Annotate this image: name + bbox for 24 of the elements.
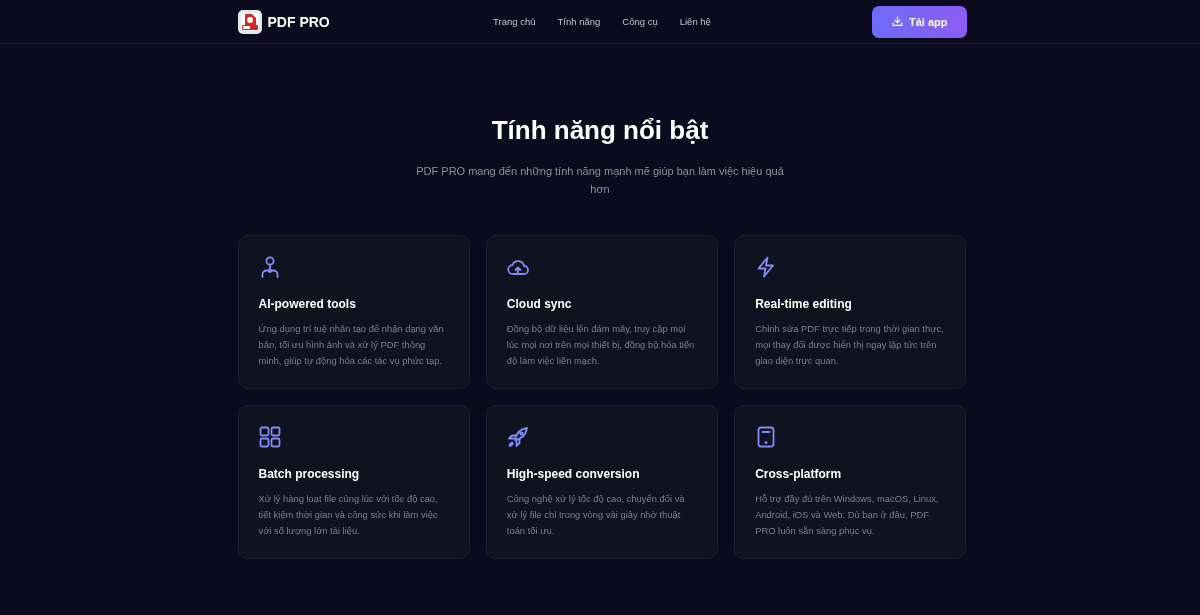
download-app-button[interactable]: Tải app bbox=[872, 5, 967, 38]
feature-description: Xử lý hàng loạt file cùng lúc với tốc độ cao, tiết kiệm thời gian và công sức khi làm việc với số lượng lớn tài liệu. bbox=[258, 492, 439, 538]
feature-description: Chỉnh sửa PDF trực tiếp trong thời gian thực, mọi thay đổi được hiển thị ngay lập tức trên giao diện trực quan. bbox=[755, 322, 945, 368]
rocket-icon bbox=[506, 426, 529, 448]
feature-title: Real-time editing bbox=[755, 296, 853, 312]
nav-link[interactable]: Công cụ bbox=[622, 16, 658, 27]
feature-title: Batch processing bbox=[258, 466, 361, 482]
section-title: Tính năng nổi bật bbox=[491, 115, 709, 145]
section-subtitle: PDF PRO mang đến những tính năng mạnh mẽ giúp bạn làm việc hiệu quả hơn bbox=[415, 164, 785, 197]
feature-description: Hỗ trợ đầy đủ trên Windows, macOS, Linux, Android, iOS và Web. Dù bạn ở đâu, PDF PRO luôn sẵn sàng phục vụ. bbox=[755, 492, 940, 538]
feature-title: AI-powered tools bbox=[258, 296, 357, 312]
nav-link[interactable]: Trang chủ bbox=[493, 16, 536, 27]
feature-title: High-speed conversion bbox=[506, 466, 641, 482]
feature-description: Công nghệ xử lý tốc độ cao, chuyển đổi và xử lý file chỉ trong vòng vài giây nhờ thuật toán tối ưu. bbox=[506, 492, 686, 538]
feature-description: Đồng bộ dữ liệu lên đám mây, truy cập mọi lúc mọi nơi trên mọi thiết bị, đồng bộ hóa tiến độ làm việc liền mạch. bbox=[506, 322, 696, 368]
feature-title: Cloud sync bbox=[506, 296, 573, 312]
brand-name[interactable]: PDF PRO bbox=[267, 13, 330, 30]
feature-description: Ứng dụng trí tuệ nhân tạo để nhận dạng văn bản, tối ưu hình ảnh và xử lý PDF thông minh, giúp tự động hóa các tác vụ phức tạp. bbox=[258, 322, 445, 368]
nav-link[interactable]: Tính năng bbox=[557, 16, 601, 27]
nav-link[interactable]: Liên hệ bbox=[679, 16, 711, 27]
feature-title: Cross-platform bbox=[755, 466, 843, 482]
download-icon bbox=[892, 16, 903, 27]
grid-icon bbox=[258, 426, 281, 448]
app-logo-icon[interactable] bbox=[237, 9, 262, 34]
